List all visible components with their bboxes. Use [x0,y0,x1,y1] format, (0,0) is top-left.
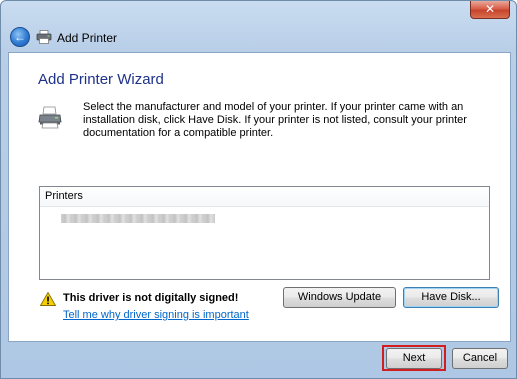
close-icon: ✕ [484,2,496,16]
next-button[interactable]: Next [386,348,442,369]
back-arrow-icon: ← [14,30,26,44]
unsigned-driver-warning: This driver is not digitally signed! [63,292,239,304]
printer-icon [36,30,52,44]
have-disk-button[interactable]: Have Disk... [403,287,499,308]
windows-update-button[interactable]: Windows Update [283,287,396,308]
warning-icon [40,292,56,306]
driver-signing-link[interactable]: Tell me why driver signing is important [63,309,249,321]
close-button[interactable]: ✕ [470,1,510,19]
printer-icon [38,106,62,129]
printer-list-item-blurred[interactable] [61,214,215,223]
printers-listbox[interactable]: Printers [39,186,490,280]
back-button[interactable]: ← [10,27,30,47]
printers-column-header[interactable]: Printers [40,187,489,207]
add-printer-window: ✕ ← Add Printer Add Printer Wizard Selec… [0,0,517,379]
window-title: Add Printer [57,31,118,45]
wizard-heading: Add Printer Wizard [38,71,164,88]
cancel-button[interactable]: Cancel [452,348,508,369]
wizard-description: Select the manufacturer and model of you… [83,101,467,139]
wizard-content-panel: Add Printer Wizard Select the manufactur… [8,52,511,342]
